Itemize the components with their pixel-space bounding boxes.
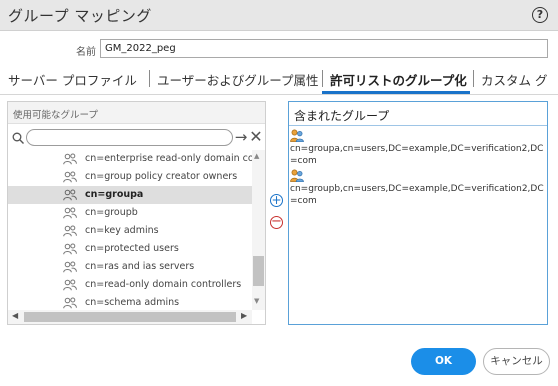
list-item[interactable]: cn=group policy creator owners — [8, 168, 252, 186]
list-item-label: cn=schema admins — [85, 297, 180, 308]
list-item-label: cn=groupb — [85, 207, 138, 218]
search-input[interactable] — [26, 129, 233, 146]
included-group-label: cn=groupb,cn=users,DC=example,DC=verific… — [290, 184, 544, 206]
scroll-left-icon[interactable]: ◀ — [12, 311, 18, 320]
tab-separator — [473, 70, 474, 87]
vertical-scroll-thumb[interactable] — [253, 256, 264, 286]
help-icon[interactable]: ? — [532, 7, 548, 23]
ok-button[interactable]: OK — [411, 348, 476, 375]
name-label: 名前 — [76, 47, 96, 58]
remove-group-button[interactable]: − — [270, 215, 283, 229]
name-input[interactable] — [100, 39, 548, 58]
users-icon — [63, 261, 77, 273]
list-item[interactable]: cn=protected users — [8, 240, 252, 258]
list-item-label: cn=group policy creator owners — [85, 171, 238, 182]
list-item[interactable]: cn=key admins — [8, 222, 252, 240]
group-icon — [290, 129, 304, 142]
included-groups-header: 含まれたグループ — [289, 102, 547, 126]
scroll-up-icon[interactable]: ▲ — [254, 152, 259, 160]
included-group-item[interactable]: cn=groupa,cn=users,DC=example,DC=verific… — [290, 129, 546, 167]
tab-separator — [322, 70, 323, 87]
search-icon — [12, 132, 24, 144]
dialog-titlebar: グループ マッピング ? — [0, 0, 558, 31]
tab-server-profile[interactable]: サーバー プロファイル — [8, 70, 137, 89]
group-icon — [290, 169, 304, 182]
included-groups-panel: 含まれたグループ cn=groupa,cn=users,DC=example,D… — [288, 101, 548, 325]
list-item[interactable]: cn=ras and ias servers — [8, 258, 252, 276]
list-item[interactable]: cn=read-only domain controllers — [8, 276, 252, 294]
list-item-label: cn=groupa — [85, 189, 144, 200]
users-icon — [63, 279, 77, 291]
list-item-label: cn=key admins — [85, 225, 159, 236]
list-item-label: cn=ras and ias servers — [85, 261, 195, 272]
tab-bar: サーバー プロファイル ユーザーおよびグループ属性 許可リストのグループ化 カス… — [0, 64, 558, 95]
available-groups-title: 使用可能なグループ — [13, 110, 98, 121]
users-icon — [63, 225, 77, 237]
search-go-arrow-icon[interactable]: → — [233, 129, 249, 146]
horizontal-scrollbar[interactable]: ◀ ▶ — [8, 310, 252, 324]
list-item[interactable]: cn=groupb — [8, 204, 252, 222]
scroll-down-icon[interactable]: ▼ — [254, 297, 259, 305]
list-item-label: cn=protected users — [85, 243, 179, 254]
users-icon — [63, 153, 77, 165]
users-icon — [63, 207, 77, 219]
included-group-label: cn=groupa,cn=users,DC=example,DC=verific… — [290, 144, 544, 166]
dialog-title: グループ マッピング — [8, 7, 152, 25]
available-groups-list: cn=enterprise read-only domain contro cn… — [8, 150, 252, 310]
users-icon — [63, 297, 77, 309]
list-item-label: cn=read-only domain controllers — [85, 279, 242, 290]
tab-user-group-attributes[interactable]: ユーザーおよびグループ属性 — [157, 70, 319, 89]
list-item-selected[interactable]: cn=groupa — [8, 186, 252, 204]
clear-search-icon[interactable]: ✕ — [249, 128, 263, 145]
tab-include-list[interactable]: 許可リストのグループ化 — [330, 70, 467, 89]
add-group-button[interactable]: + — [270, 194, 283, 207]
available-groups-header: 使用可能なグループ — [8, 102, 265, 124]
users-icon — [63, 171, 77, 183]
active-tab-indicator — [322, 91, 470, 94]
horizontal-scroll-thumb[interactable] — [24, 312, 236, 322]
available-groups-panel: 使用可能なグループ → ✕ cn=enterprise read-only do… — [7, 101, 266, 325]
included-groups-title: 含まれたグループ — [294, 109, 390, 123]
users-icon — [63, 243, 77, 255]
included-group-item[interactable]: cn=groupb,cn=users,DC=example,DC=verific… — [290, 169, 546, 207]
list-item-label: cn=enterprise read-only domain contro — [85, 153, 252, 164]
list-item[interactable]: cn=schema admins — [8, 294, 252, 310]
cancel-button[interactable]: キャンセル — [483, 348, 550, 375]
scroll-right-icon[interactable]: ▶ — [241, 311, 247, 320]
users-icon — [63, 189, 77, 201]
tab-custom-group[interactable]: カスタム グ — [481, 70, 547, 89]
vertical-scrollbar[interactable]: ▲ ▼ — [252, 150, 265, 310]
list-item[interactable]: cn=enterprise read-only domain contro — [8, 150, 252, 168]
tab-separator — [149, 70, 150, 87]
